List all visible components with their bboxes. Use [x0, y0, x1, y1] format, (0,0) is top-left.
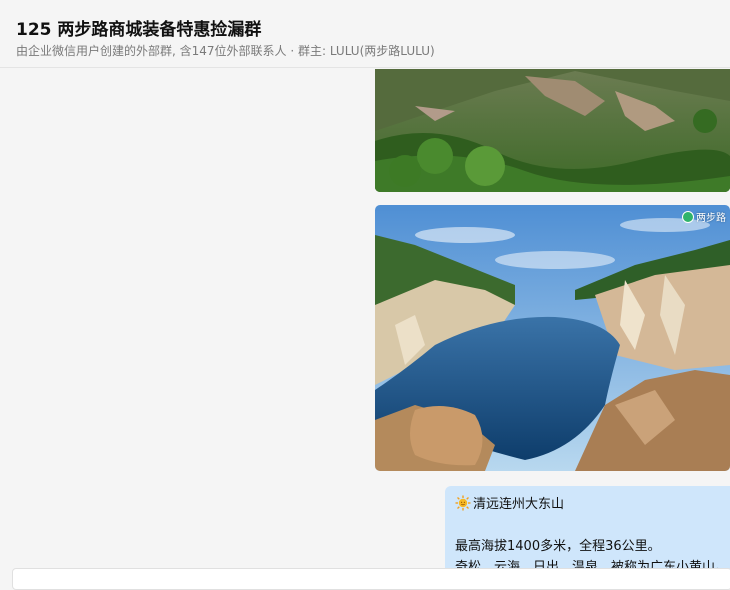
watermark: 两步路	[682, 209, 726, 224]
message-input[interactable]	[12, 568, 730, 590]
image-message-mountain[interactable]	[375, 69, 730, 192]
text-message-bubble[interactable]: 清远连州大东山 最高海拔1400多米，全程36公里。 奇松、云海、日出、温泉，被…	[445, 486, 730, 576]
lake-photo	[375, 205, 730, 471]
message-list[interactable]: 两步路 清远连州大东山 最高海拔1400多米，全程36公里。	[0, 69, 730, 576]
group-title[interactable]: 125 两步路商城装备特惠捡漏群	[16, 15, 261, 40]
message-text-line2: 最高海拔1400多米，全程36公里。	[455, 539, 661, 554]
logo-icon	[682, 210, 694, 223]
watermark-text: 两步路	[696, 213, 726, 224]
image-message-lake[interactable]: 两步路	[375, 205, 730, 471]
message-text-line1: 清远连州大东山	[473, 497, 565, 512]
group-subtitle: 由企业微信用户创建的外部群, 含147位外部联系人 · 群主: LULU(两步路…	[16, 44, 435, 58]
mountain-photo	[375, 69, 730, 192]
message-line-title: 清远连州大东山	[455, 494, 720, 515]
chat-header: 125 两步路商城装备特惠捡漏群 由企业微信用户创建的外部群, 含147位外部联…	[0, 0, 730, 68]
sun-icon	[455, 495, 471, 511]
